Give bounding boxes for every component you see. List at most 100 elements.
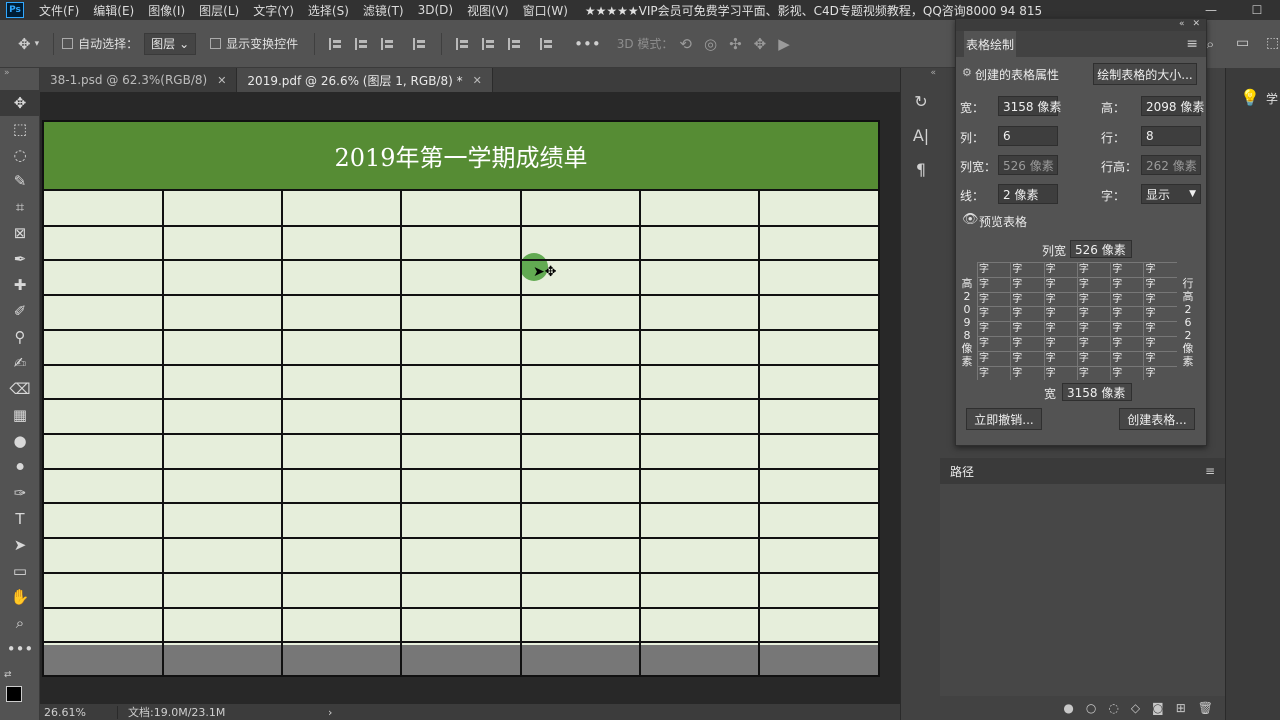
eye-icon[interactable]: 👁 — [962, 212, 979, 227]
align-bottom-icon[interactable] — [508, 37, 522, 50]
gradient-tool-icon[interactable]: ▦ — [0, 402, 40, 428]
lasso-tool-icon[interactable]: ◌ — [0, 142, 40, 168]
maximize-button[interactable]: ☐ — [1234, 0, 1280, 20]
eyedropper-tool-icon[interactable]: ✒ — [0, 246, 40, 272]
status-arrow-icon[interactable]: › — [318, 706, 332, 719]
3d-camera-icon[interactable]: ▶ — [778, 35, 790, 53]
hand-tool-icon[interactable]: ✋ — [0, 584, 40, 610]
line-width-field[interactable]: 2 像素 — [998, 184, 1058, 204]
more-tools-icon[interactable]: ••• — [0, 636, 40, 662]
menu-edit[interactable]: 编辑(E) — [86, 2, 141, 19]
char-display-select[interactable]: 显示 ▼ — [1141, 184, 1201, 204]
move-tool-icon[interactable]: ✥ — [18, 35, 31, 53]
undo-button[interactable]: 立即撤销... — [966, 408, 1042, 430]
panel-title[interactable]: 表格绘制 — [964, 31, 1017, 57]
paths-panel-title[interactable]: 路径 — [950, 463, 974, 480]
clone-stamp-icon[interactable]: ⚲ — [0, 324, 40, 350]
menu-3d[interactable]: 3D(D) — [411, 3, 460, 17]
character-panel-icon[interactable]: A| — [901, 118, 941, 152]
lightbulb-icon[interactable]: 💡 — [1240, 88, 1260, 107]
distribute-vertical-icon[interactable] — [540, 37, 554, 50]
tools-panel: » ✥ ⬚ ◌ ✎ ⌗ ⊠ ✒ ✚ ✐ ⚲ ✍ ⌫ ▦ ● ⚫ ✑ T ➤ ▭ … — [0, 68, 40, 720]
width-field[interactable]: 3158 像素 — [998, 96, 1061, 116]
foreground-color-swatch[interactable] — [6, 686, 22, 702]
menu-filter[interactable]: 滤镜(T) — [356, 2, 411, 19]
show-transform-checkbox[interactable] — [210, 38, 222, 49]
3d-slide-icon[interactable]: ✥ — [754, 35, 767, 53]
new-path-icon[interactable]: ⊞ — [1176, 701, 1186, 715]
move-tool-icon[interactable]: ✥ — [0, 90, 40, 116]
fill-path-icon[interactable]: ● — [1063, 701, 1073, 715]
path-select-icon[interactable]: ➤ — [0, 532, 40, 558]
make-work-path-icon[interactable]: ◇ — [1131, 701, 1140, 715]
search-icon[interactable]: ⌕ — [1206, 35, 1214, 53]
document-canvas[interactable]: 2019年第一学期成绩单 — [42, 120, 880, 677]
layer-select-dropdown[interactable]: 图层 ⌄ — [144, 32, 197, 55]
crop-tool-icon[interactable]: ⌗ — [0, 194, 40, 220]
rows-field[interactable]: 8 — [1141, 126, 1201, 146]
close-icon[interactable]: ✕ — [1192, 19, 1200, 31]
create-table-button[interactable]: 创建表格... — [1119, 408, 1195, 430]
preview-height-char: 像 — [961, 342, 973, 355]
menu-image[interactable]: 图像(I) — [141, 2, 192, 19]
collapse-icon[interactable]: » — [0, 68, 39, 90]
3d-orbit-icon[interactable]: ⟲ — [679, 35, 692, 53]
blur-tool-icon[interactable]: ● — [0, 428, 40, 454]
type-tool-icon[interactable]: T — [0, 506, 40, 532]
3d-pan-icon[interactable]: ✣ — [729, 35, 742, 53]
history-brush-icon[interactable]: ✍ — [0, 350, 40, 376]
tab-2019-pdf[interactable]: 2019.pdf @ 26.6% (图层 1, RGB/8) * ✕ — [237, 68, 493, 92]
menu-select[interactable]: 选择(S) — [301, 2, 356, 19]
draw-size-button[interactable]: 绘制表格的大小... — [1093, 63, 1197, 85]
eraser-tool-icon[interactable]: ⌫ — [0, 376, 40, 402]
align-middle-icon[interactable] — [482, 37, 496, 50]
align-top-icon[interactable] — [456, 37, 470, 50]
share-icon[interactable]: ⬚ — [1266, 35, 1279, 51]
3d-roll-icon[interactable]: ◎ — [704, 35, 717, 53]
frame-tool-icon[interactable]: ⊠ — [0, 220, 40, 246]
align-left-icon[interactable] — [329, 37, 343, 50]
close-icon[interactable]: ✕ — [473, 74, 482, 87]
row-height-field[interactable]: 262 像素 — [1141, 155, 1201, 175]
zoom-level[interactable]: 26.61% — [40, 705, 118, 719]
panel-menu-icon[interactable]: ≡ — [1205, 464, 1215, 478]
zoom-tool-icon[interactable]: ⌕ — [0, 610, 40, 636]
collapse-icon[interactable]: « — [1179, 19, 1185, 31]
marquee-tool-icon[interactable]: ⬚ — [0, 116, 40, 142]
align-right-icon[interactable] — [381, 37, 395, 50]
menu-type[interactable]: 文字(Y) — [246, 2, 301, 19]
swap-colors-icon[interactable]: ⇄ — [4, 670, 12, 680]
more-options-icon[interactable]: ••• — [574, 35, 601, 53]
pen-tool-icon[interactable]: ✑ — [0, 480, 40, 506]
paragraph-panel-icon[interactable]: ¶ — [901, 152, 941, 186]
menu-layer[interactable]: 图层(L) — [192, 2, 246, 19]
panel-menu-icon[interactable]: ≡ — [1186, 36, 1198, 52]
height-field[interactable]: 2098 像素 — [1141, 96, 1204, 116]
history-panel-icon[interactable]: ↻ — [901, 84, 941, 118]
preview-cell: 字 — [1043, 277, 1077, 292]
stroke-path-icon[interactable]: ○ — [1086, 701, 1096, 715]
cols-field[interactable]: 6 — [998, 126, 1058, 146]
distribute-icon[interactable] — [413, 37, 427, 50]
trash-icon[interactable]: 🗑 — [1198, 701, 1213, 715]
workspace-icon[interactable]: ▭ — [1236, 35, 1249, 51]
align-center-icon[interactable] — [355, 37, 369, 50]
table-column-line — [757, 191, 760, 675]
minimize-button[interactable]: — — [1188, 0, 1234, 20]
collapse-icon[interactable]: « — [901, 68, 940, 78]
close-icon[interactable]: ✕ — [217, 74, 226, 87]
add-mask-icon[interactable]: ◙ — [1152, 701, 1164, 715]
rectangle-tool-icon[interactable]: ▭ — [0, 558, 40, 584]
quick-select-tool-icon[interactable]: ✎ — [0, 168, 40, 194]
menu-view[interactable]: 视图(V) — [460, 2, 516, 19]
col-width-field[interactable]: 526 像素 — [998, 155, 1058, 175]
chevron-down-icon[interactable]: ▾ — [35, 39, 40, 49]
menu-file[interactable]: 文件(F) — [32, 2, 86, 19]
load-selection-icon[interactable]: ◌ — [1108, 701, 1118, 715]
auto-select-checkbox[interactable] — [62, 38, 74, 49]
menu-window[interactable]: 窗口(W) — [516, 2, 575, 19]
tab-38-1-psd[interactable]: 38-1.psd @ 62.3%(RGB/8) ✕ — [40, 68, 238, 92]
brush-tool-icon[interactable]: ✐ — [0, 298, 40, 324]
healing-brush-icon[interactable]: ✚ — [0, 272, 40, 298]
dodge-tool-icon[interactable]: ⚫ — [0, 454, 40, 480]
